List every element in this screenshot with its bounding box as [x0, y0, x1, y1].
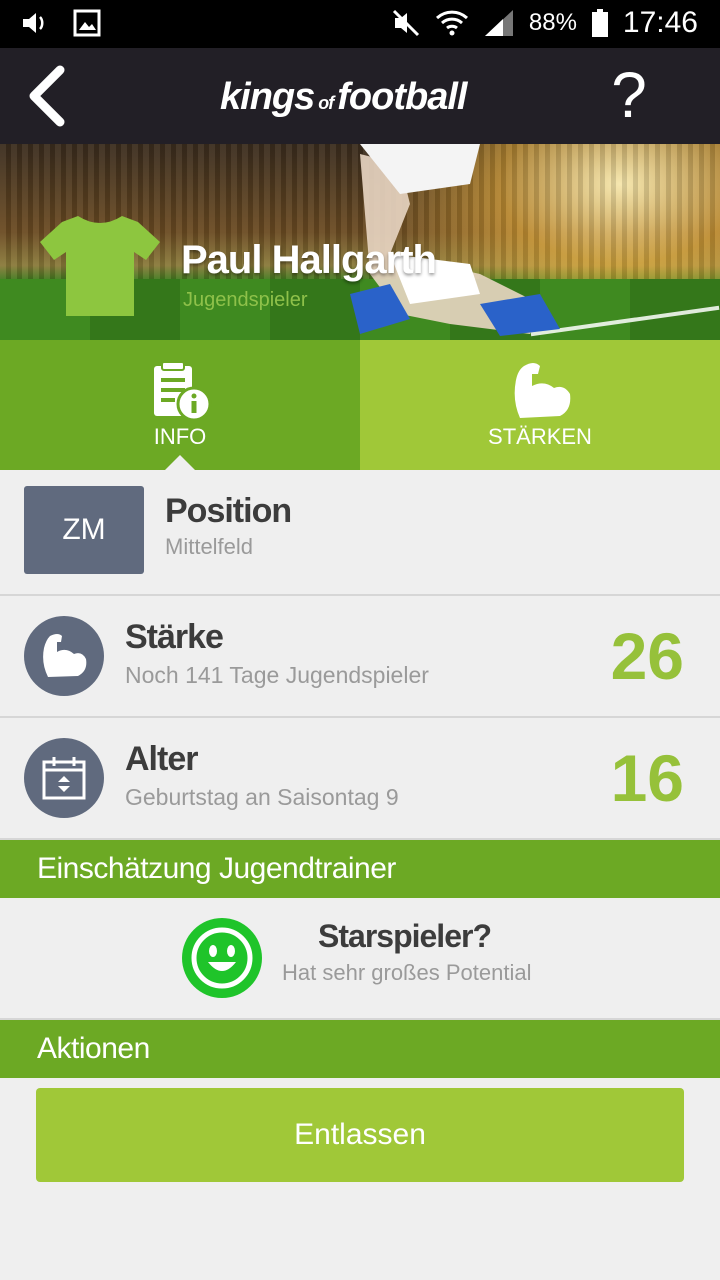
- assessment-panel: Starspieler? Hat sehr großes Potential: [0, 898, 720, 1020]
- alter-row: Alter Geburtstag an Saisontag 9 16: [0, 718, 720, 840]
- player-name: Paul Hallgarth: [181, 238, 437, 282]
- chevron-left-icon: [29, 65, 65, 127]
- muscle-arm-icon: [514, 363, 571, 418]
- back-button[interactable]: [20, 62, 80, 130]
- jersey-icon: [40, 216, 160, 316]
- app-bar: kings of football ?: [0, 48, 720, 144]
- tab-staerken[interactable]: STÄRKEN: [360, 340, 720, 470]
- mute-icon: [392, 9, 419, 37]
- volume-icon: [23, 13, 44, 33]
- status-left: [20, 8, 102, 38]
- logo-football: football: [337, 76, 467, 118]
- smiley-icon: [182, 918, 262, 998]
- dismiss-player-button[interactable]: Entlassen: [36, 1088, 684, 1182]
- actions-header: Aktionen: [0, 1020, 720, 1078]
- assessment-header: Einschätzung Jugendtrainer: [0, 840, 720, 898]
- tab-info[interactable]: INFO: [0, 340, 360, 470]
- tab-bar: INFO STÄRKEN: [0, 340, 720, 470]
- status-right: 88% 17:46: [391, 6, 698, 40]
- muscle-arm-icon: [43, 634, 87, 677]
- staerke-row: Stärke Noch 141 Tage Jugendspieler 26: [0, 596, 720, 718]
- staerke-title: Stärke: [125, 618, 224, 656]
- logo-kings: kings: [220, 76, 315, 118]
- status-bar: 88% 17:46: [0, 0, 720, 48]
- alter-icon-circle: [24, 738, 104, 818]
- help-button[interactable]: ?: [604, 60, 654, 130]
- battery-icon: [591, 9, 608, 37]
- alter-title: Alter: [125, 740, 198, 778]
- position-title: Position: [165, 492, 292, 530]
- alter-subtitle: Geburtstag an Saisontag 9: [125, 784, 399, 810]
- staerke-subtitle: Noch 141 Tage Jugendspieler: [125, 662, 429, 688]
- clock: 17:46: [622, 6, 698, 39]
- image-icon: [73, 9, 101, 37]
- position-badge: ZM: [24, 486, 144, 574]
- player-hero-banner: Paul Hallgarth Jugendspieler: [0, 144, 720, 340]
- battery-percent: 88%: [528, 9, 577, 36]
- position-value: Mittelfeld: [165, 534, 254, 559]
- calendar-icon: [42, 757, 86, 800]
- position-row: ZM Position Mittelfeld: [0, 470, 720, 596]
- assessment-title: Starspieler?: [318, 918, 492, 954]
- app-logo: kings of football: [220, 76, 467, 120]
- tab-staerken-label: STÄRKEN: [488, 424, 592, 449]
- tab-info-label: INFO: [153, 424, 207, 449]
- staerke-value: 26: [610, 619, 684, 693]
- wifi-icon: [435, 10, 468, 36]
- staerke-icon-circle: [24, 616, 104, 696]
- alter-value: 16: [610, 741, 684, 815]
- logo-of: of: [318, 93, 334, 113]
- active-tab-pointer: [165, 455, 195, 470]
- info-document-icon: [154, 361, 212, 422]
- assessment-subtitle: Hat sehr großes Potential: [282, 960, 532, 985]
- signal-icon: [484, 10, 513, 36]
- player-role: Jugendspieler: [183, 289, 308, 311]
